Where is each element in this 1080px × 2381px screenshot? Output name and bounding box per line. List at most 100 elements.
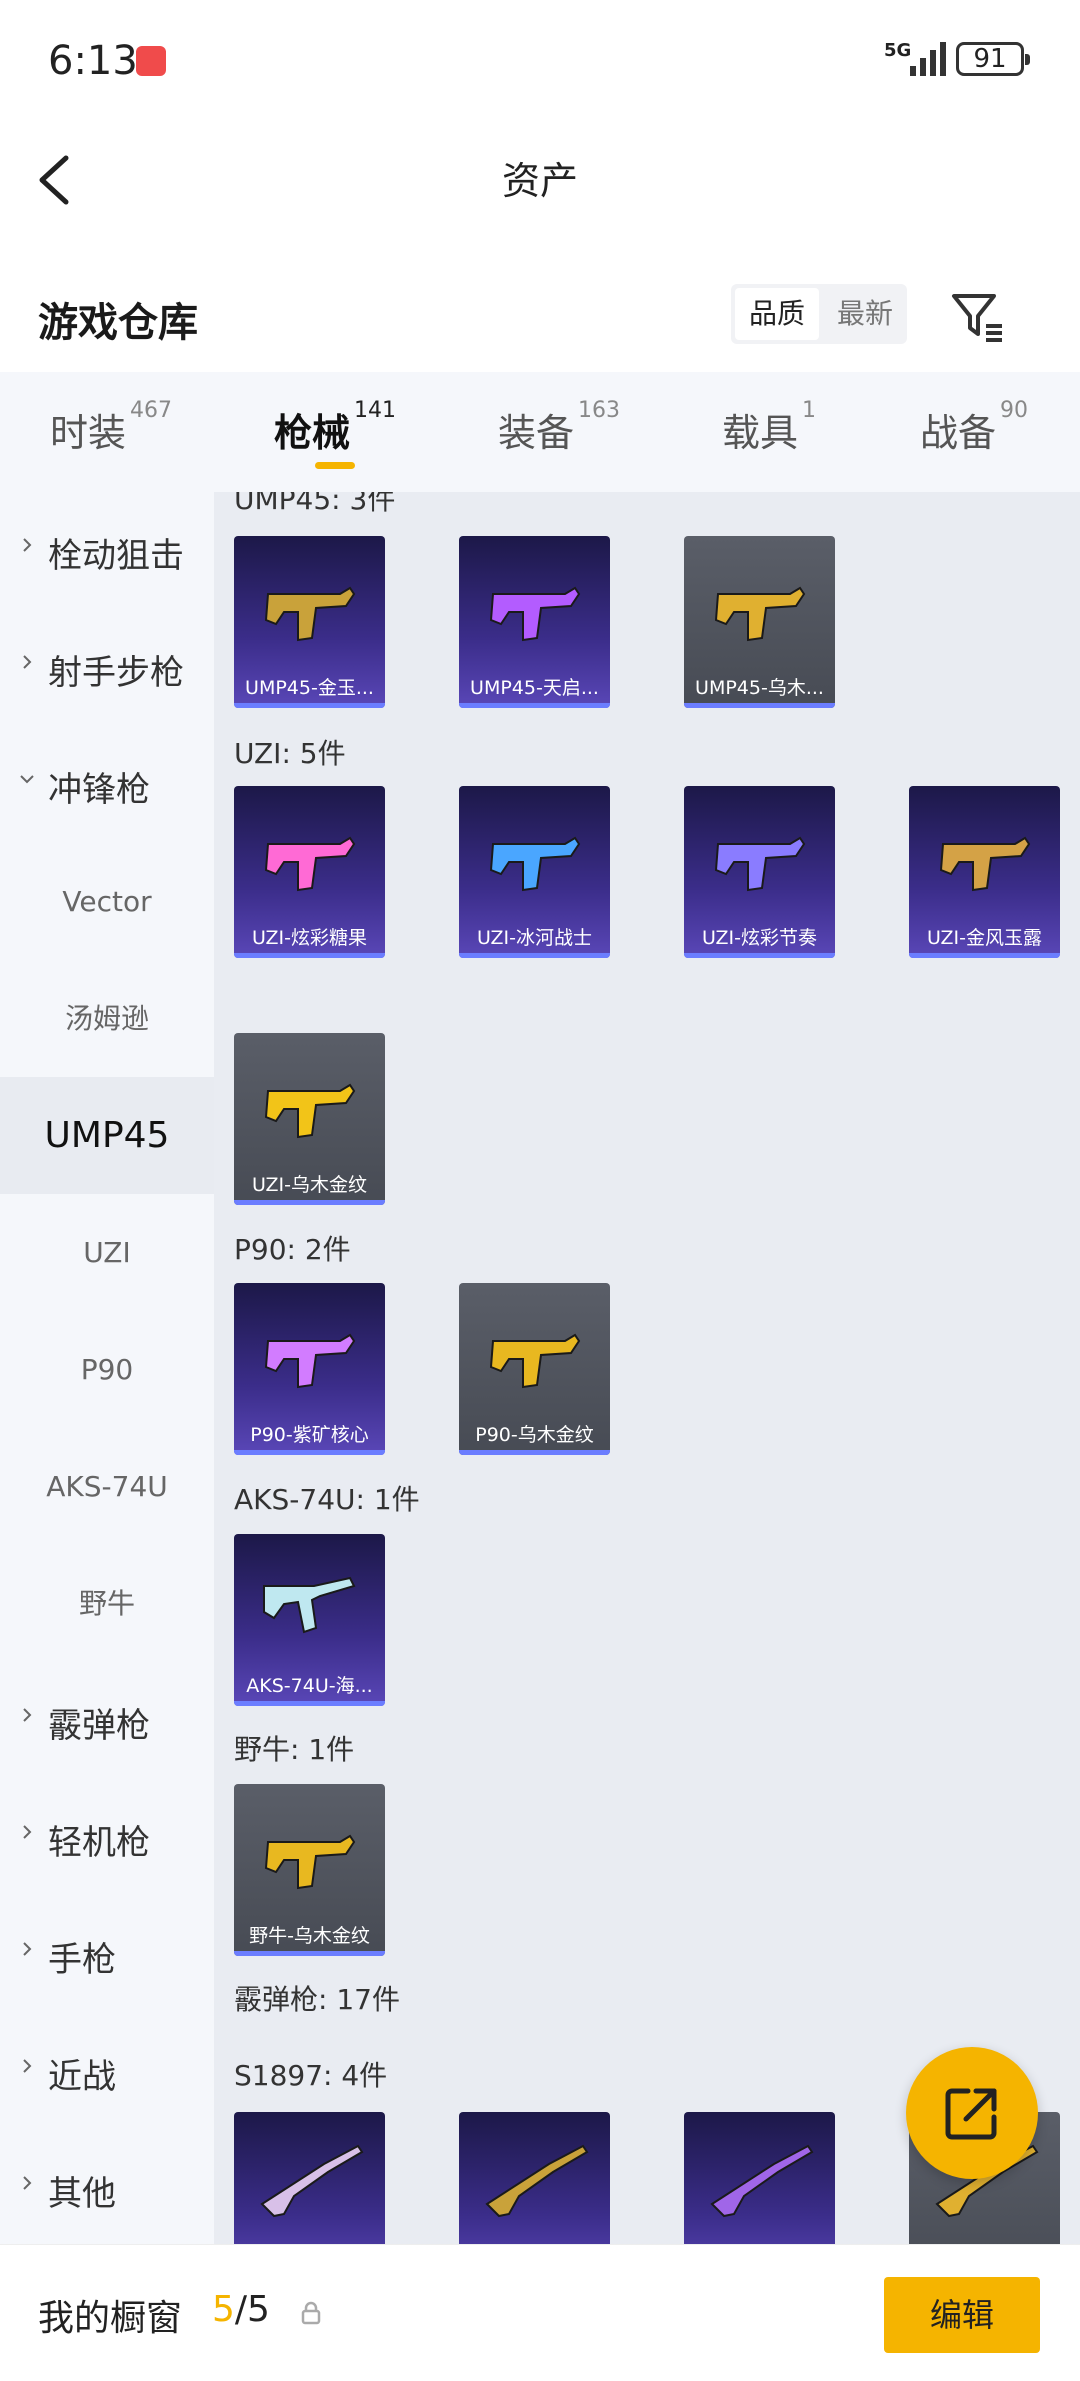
category-tabs: 时装467 枪械141 装备163 载具1 战备90 [0, 372, 1080, 492]
rifle-icon [263, 1576, 356, 1634]
warehouse-header: 游戏仓库 品质 最新 [0, 270, 1080, 370]
sort-option-quality[interactable]: 品质 [735, 288, 819, 340]
smg-icon [264, 586, 356, 642]
tab-firearms[interactable]: 枪械141 [274, 398, 396, 457]
chevron-right-icon [23, 538, 32, 552]
weapon-card[interactable]: UZI-金风玉露 [909, 786, 1060, 958]
sidebar-sub-aks74u[interactable]: AKS-74U [0, 1428, 214, 1545]
showcase-label: 我的橱窗 [38, 2298, 183, 2339]
weapon-card[interactable]: UZI-炫彩糖果 [234, 786, 385, 958]
sidebar-sub-p90[interactable]: P90 [0, 1311, 214, 1428]
weapon-card[interactable]: UMP45-金玉... [234, 536, 385, 708]
sidebar-sub-thompson[interactable]: 汤姆逊 [0, 960, 214, 1077]
weapon-card[interactable]: 野牛-乌木金纹 [234, 1784, 385, 1956]
warehouse-title: 游戏仓库 [38, 300, 198, 346]
tab-fashion[interactable]: 时装467 [50, 398, 172, 457]
status-time: 6:13 [48, 38, 138, 84]
weapon-card[interactable] [684, 2112, 835, 2244]
weapon-silhouette [714, 836, 806, 892]
smg-icon [714, 836, 806, 892]
sidebar-item-smg[interactable]: 冲锋枪 [0, 726, 214, 843]
chevron-right-icon [23, 1942, 32, 1956]
sidebar-item-dmr[interactable]: 射手步枪 [0, 609, 214, 726]
chevron-right-icon [23, 1825, 32, 1839]
weapon-silhouette [489, 836, 581, 892]
weapon-silhouette [264, 836, 356, 892]
sidebar-sub-bizon[interactable]: 野牛 [0, 1545, 214, 1662]
group-title-s1897: S1897: 4件 [234, 2059, 388, 2092]
weapon-silhouette [939, 836, 1031, 892]
group-title-shotgun: 霰弹枪: 17件 [234, 1983, 400, 2016]
weapon-card[interactable]: UZI-炫彩节奏 [684, 786, 835, 958]
weapon-silhouette [264, 586, 356, 642]
tab-supplies[interactable]: 战备90 [920, 398, 1028, 457]
chevron-right-icon [23, 655, 32, 669]
weapon-card[interactable]: UMP45-天启... [459, 536, 610, 708]
edit-button[interactable]: 编辑 [884, 2277, 1040, 2353]
weapon-silhouette [264, 1834, 356, 1890]
weapon-silhouette [264, 1333, 356, 1389]
weapon-card[interactable]: UZI-乌木金纹 [234, 1033, 385, 1205]
weapon-silhouette [489, 1333, 581, 1389]
showcase-count: 5/5 [212, 2289, 270, 2330]
battery-icon: 91 [956, 42, 1030, 76]
sidebar-sub-vector[interactable]: Vector [0, 843, 214, 960]
lock-icon [301, 2301, 321, 2325]
sidebar-item-bolt-sniper[interactable]: 栓动狙击 [0, 492, 214, 609]
sidebar-item-shotgun[interactable]: 霰弹枪 [0, 1662, 214, 1779]
smg-icon [264, 836, 356, 892]
group-title-uzi: UZI: 5件 [234, 737, 346, 770]
sidebar-item-pistol[interactable]: 手枪 [0, 1896, 214, 2013]
group-title-p90: P90: 2件 [234, 1233, 351, 1266]
signal-icon [910, 42, 946, 76]
smg-icon [264, 1834, 356, 1890]
nav-header: 资产 [0, 120, 1080, 230]
chevron-right-icon [23, 2059, 32, 2073]
weapon-card[interactable]: UMP45-乌木... [684, 536, 835, 708]
group-title-aks74u: AKS-74U: 1件 [234, 1483, 420, 1516]
weapon-card[interactable]: P90-乌木金纹 [459, 1283, 610, 1455]
sidebar-item-melee[interactable]: 近战 [0, 2013, 214, 2130]
group-title-bizon: 野牛: 1件 [234, 1733, 355, 1766]
smg-icon [939, 836, 1031, 892]
weapon-card[interactable]: AKS-74U-海... [234, 1534, 385, 1706]
weapon-silhouette [485, 2144, 589, 2218]
filter-icon[interactable] [950, 288, 1006, 344]
sidebar-sub-uzi[interactable]: UZI [0, 1194, 214, 1311]
sidebar-sub-ump45[interactable]: UMP45 [0, 1077, 214, 1194]
shotgun-icon [485, 2144, 589, 2218]
chevron-down-icon [20, 775, 34, 784]
weapon-card[interactable] [234, 2112, 385, 2244]
tab-vehicles[interactable]: 载具1 [722, 398, 816, 457]
share-icon [945, 2088, 997, 2140]
weapon-silhouette [714, 586, 806, 642]
chevron-right-icon [23, 2176, 32, 2190]
weapon-silhouette [489, 586, 581, 642]
weapon-card[interactable]: UZI-冰河战士 [459, 786, 610, 958]
shotgun-icon [710, 2144, 814, 2218]
smg-icon [264, 1333, 356, 1389]
weapon-category-sidebar: 栓动狙击 射手步枪 冲锋枪 Vector 汤姆逊 UMP45 UZI P90 A… [0, 492, 214, 2244]
smg-icon [264, 1083, 356, 1139]
active-tab-indicator [315, 462, 355, 469]
sort-option-newest[interactable]: 最新 [823, 284, 907, 344]
weapon-silhouette [263, 1576, 356, 1634]
sidebar-item-other[interactable]: 其他 [0, 2130, 214, 2244]
shopping-bag-icon [136, 46, 166, 76]
smg-icon [714, 586, 806, 642]
tab-equipment[interactable]: 装备163 [498, 398, 620, 457]
status-bar: 6:13 5G 91 [0, 0, 1080, 120]
weapon-silhouette [710, 2144, 814, 2218]
weapon-card[interactable]: P90-紫矿核心 [234, 1283, 385, 1455]
share-button[interactable] [906, 2047, 1038, 2179]
smg-icon [489, 836, 581, 892]
group-title-ump45: UMP45: 3件 [234, 492, 396, 516]
smg-icon [489, 586, 581, 642]
weapon-grid: UMP45: 3件 UMP45-金玉... UMP45-天启... UMP45-… [214, 492, 1080, 2244]
shotgun-icon [260, 2144, 364, 2218]
sidebar-item-lmg[interactable]: 轻机枪 [0, 1779, 214, 1896]
showcase-bar: 我的橱窗 5/5 编辑 [0, 2244, 1080, 2381]
weapon-card[interactable] [459, 2112, 610, 2244]
page-title: 资产 [501, 159, 578, 203]
smg-icon [489, 1333, 581, 1389]
